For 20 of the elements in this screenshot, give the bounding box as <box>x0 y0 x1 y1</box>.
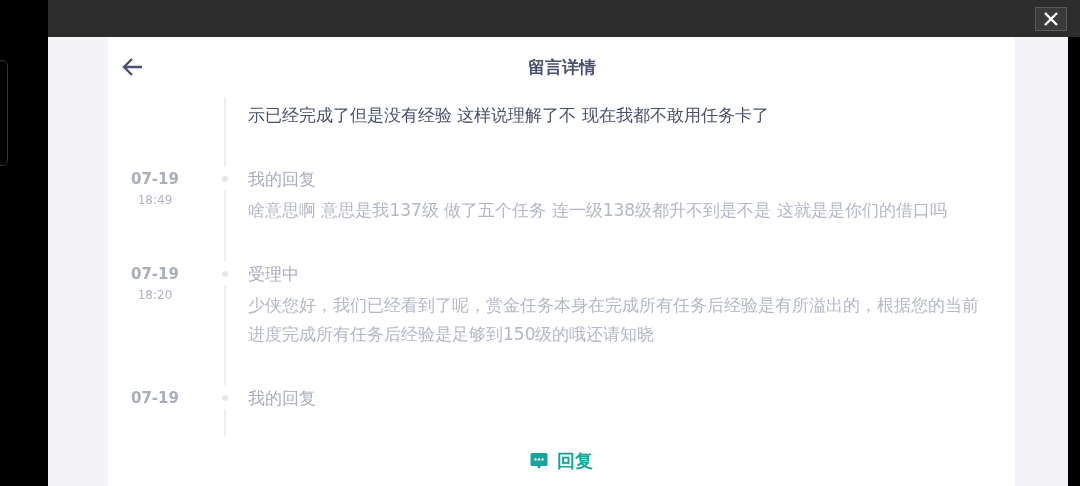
timeline-dot <box>222 271 228 277</box>
entry-date: 07-19 <box>131 264 179 285</box>
timeline-dot <box>222 395 228 401</box>
back-arrow-icon <box>122 57 144 77</box>
entry-time: 18:20 <box>137 287 173 304</box>
entry-title: 我的回复 <box>248 168 317 191</box>
entry-date: 07-19 <box>131 388 179 409</box>
entry-time: 18:49 <box>137 192 173 209</box>
entry-title: 受理中 <box>248 263 300 286</box>
entry-title: 我的回复 <box>248 387 317 410</box>
entry-message: 示已经完成了但是没有经验 这样说理解了不 现在我都不敢用任务卡了 <box>248 104 770 127</box>
close-icon <box>1043 10 1059 27</box>
entry-date: 07-19 <box>131 169 179 190</box>
reply-button[interactable]: 回复 <box>530 449 593 473</box>
chat-bubble-icon <box>530 452 548 470</box>
entry-message: 啥意思啊 意思是我137级 做了五个任务 连一级138级都升不到是不是 这就是是你们的借口吗 <box>248 199 948 222</box>
page-title: 留言详情 <box>527 55 596 79</box>
close-button[interactable] <box>1035 6 1067 31</box>
entry-message: 少侠您好，我们已经看到了呢，赏金任务本身在完成所有任务后经验是有所溢出的，根据您的当前进度完成所有任务后经验是足够到150级的哦还请知晓 <box>248 294 980 346</box>
timeline-dot <box>222 176 228 182</box>
